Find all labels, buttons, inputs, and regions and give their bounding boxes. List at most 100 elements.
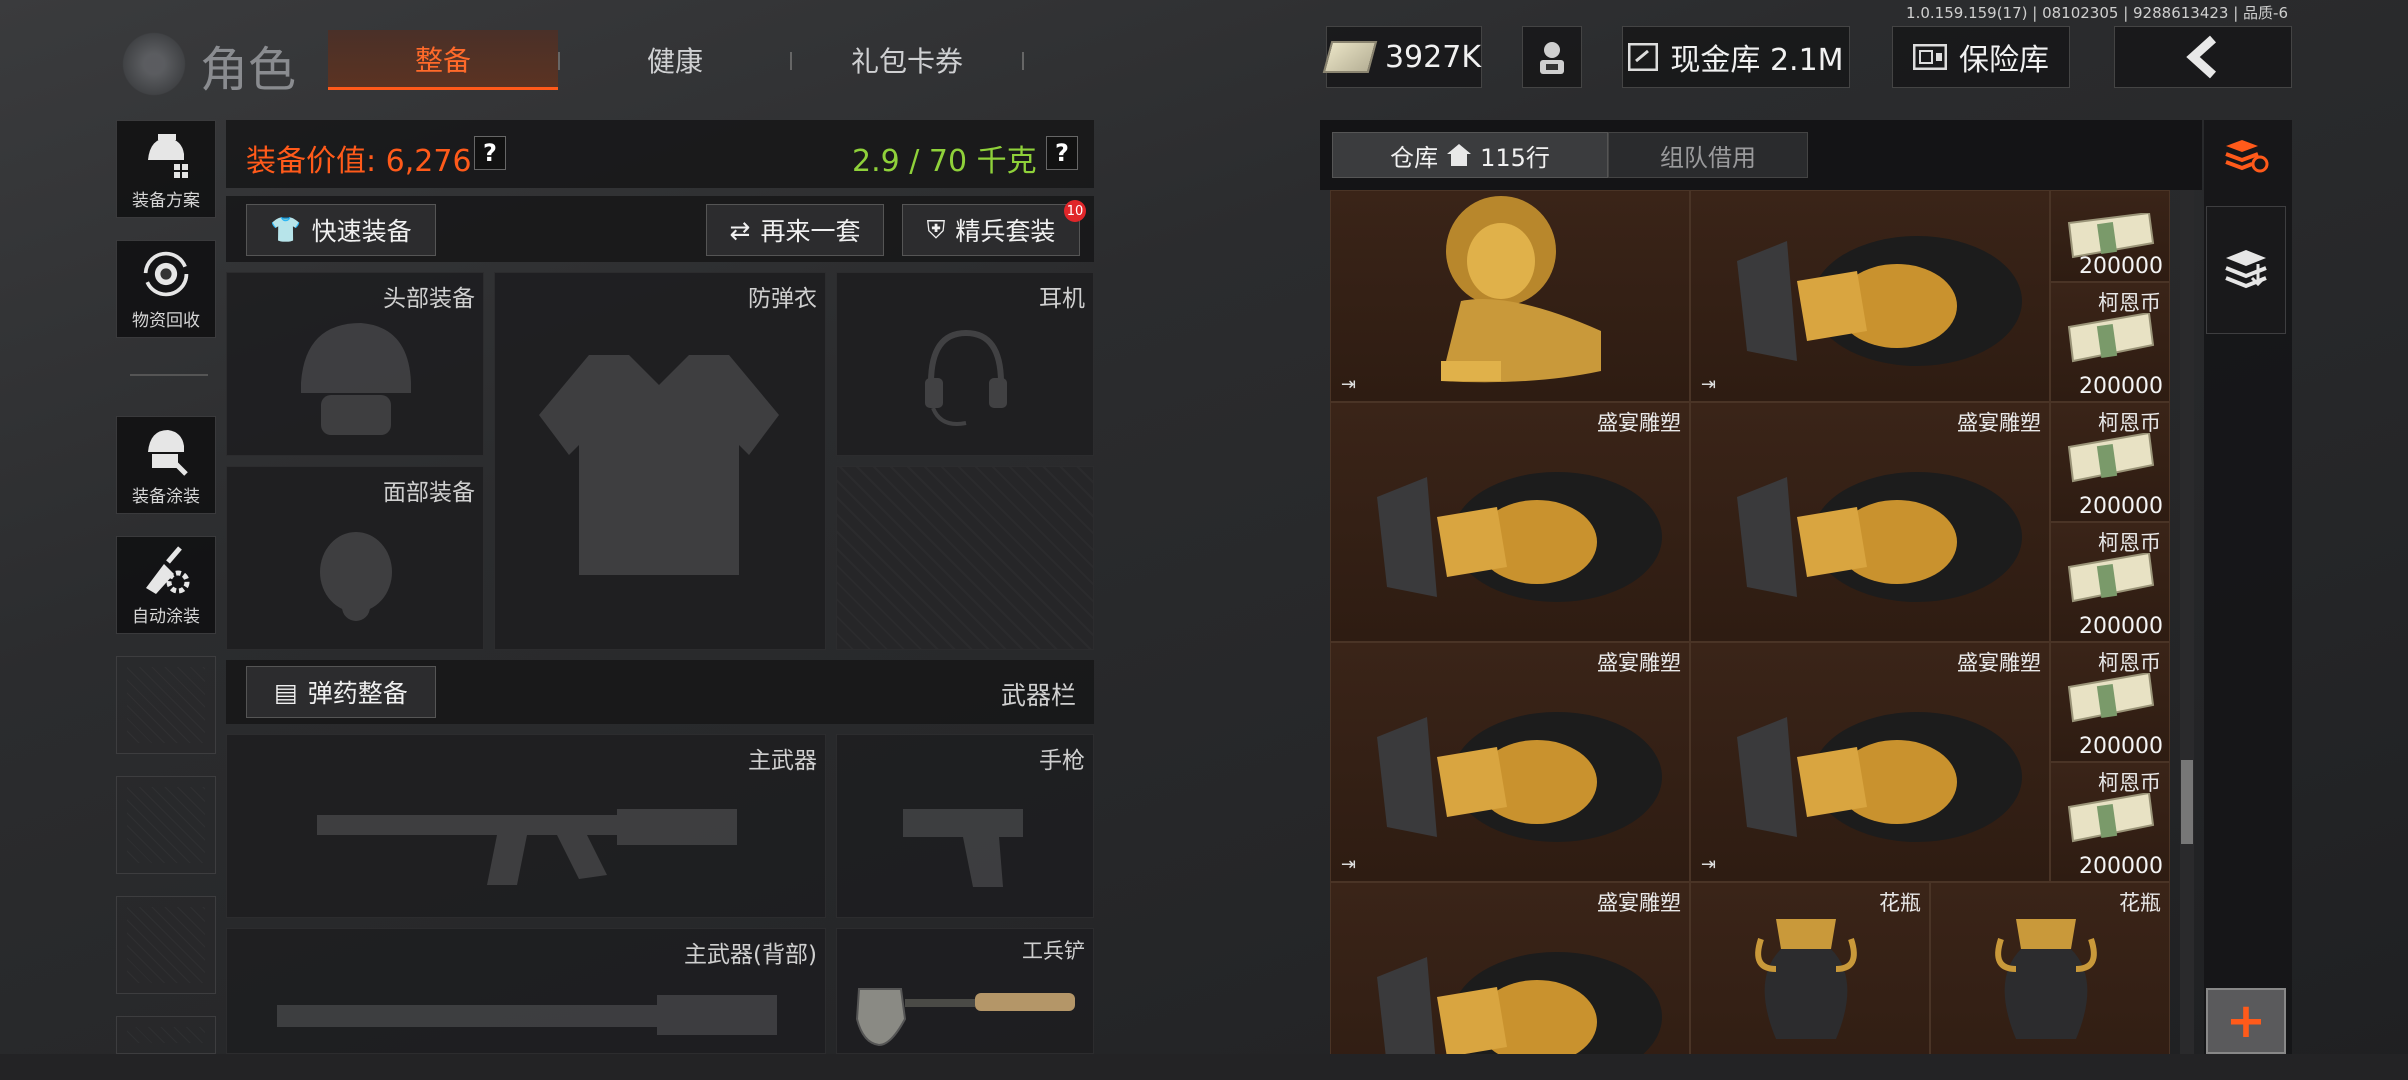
item-value: 200000	[2079, 734, 2163, 759]
ammo-prepare-button[interactable]: ▤ 弹药整备	[246, 666, 436, 718]
banquet-sculpture-icon	[1377, 712, 1662, 842]
warehouse-item[interactable]: 柯恩币 200000	[2050, 642, 2170, 762]
version-text: 1.0.159.159(17) | 08102305 | 9288613423 …	[1906, 4, 2288, 22]
tab-team-borrow[interactable]: 组队借用	[1608, 132, 1808, 178]
plus-icon: +	[2225, 993, 2267, 1049]
tab-health[interactable]: 健康	[560, 30, 790, 90]
warehouse-item[interactable]: 柯恩币 200000	[2050, 402, 2170, 522]
banquet-sculpture-icon	[1737, 712, 2022, 842]
cash-vault-label: 现金库 2.1M	[1670, 43, 1844, 78]
bottom-bar	[0, 1054, 2408, 1080]
warehouse-item[interactable]: 200000	[2050, 190, 2170, 282]
value-help-button[interactable]: ?	[474, 136, 506, 170]
currency-display[interactable]: 3927K	[1322, 26, 1482, 88]
stack-refresh-icon	[2225, 140, 2269, 173]
warehouse-item[interactable]: ⇥	[1330, 190, 1690, 402]
warehouse-item[interactable]: 柯恩币 200000	[2050, 282, 2170, 402]
warehouse-item[interactable]: 盛宴雕塑 ⇥	[1330, 642, 1690, 882]
weight-help-button[interactable]: ?	[1046, 136, 1078, 170]
currency-value: 3927K	[1384, 39, 1481, 75]
item-name: 盛宴雕塑	[1597, 891, 1681, 915]
weapon-bar-label: 武器栏	[1000, 681, 1076, 710]
golden-lion-icon	[1441, 196, 1601, 383]
quick-equip-label: 快速装备	[311, 217, 412, 246]
nav-auto-paint[interactable]: 自动涂装	[116, 536, 216, 634]
quick-equip-button[interactable]: 👕 快速装备	[246, 204, 436, 256]
nav-empty-slot	[116, 896, 216, 994]
shovel-icon	[855, 988, 1075, 1047]
warehouse-item[interactable]: 柯恩币 200000	[2050, 522, 2170, 642]
slot-primary-weapon[interactable]: 主武器	[226, 734, 826, 918]
nav-equipment-paint[interactable]: 装备涂装	[116, 416, 216, 514]
warehouse-item[interactable]: 花瓶	[1690, 882, 1930, 1054]
item-value: 200000	[2079, 854, 2163, 879]
slot-primary-back[interactable]: 主武器(背部)	[226, 928, 826, 1054]
auto-paint-icon	[140, 544, 192, 596]
cash-vault-button[interactable]: 现金库 2.1M	[1622, 26, 1850, 88]
warehouse-tabbar: 仓库 115行 组队借用	[1320, 120, 2202, 190]
pistol-icon	[903, 809, 1023, 887]
warehouse-item[interactable]: 盛宴雕塑	[1690, 402, 2050, 642]
slot-pistol[interactable]: 手枪	[836, 734, 1094, 918]
warehouse-item[interactable]: 盛宴雕塑	[1330, 402, 1690, 642]
slot-shovel[interactable]: 工兵铲	[836, 928, 1094, 1054]
add-button[interactable]: +	[2206, 988, 2286, 1054]
again-set-label: 再来一套	[760, 217, 861, 246]
nav-empty-slot	[116, 776, 216, 874]
nav-equipment-plan[interactable]: 装备方案	[116, 120, 216, 218]
item-name: 盛宴雕塑	[1597, 411, 1681, 435]
ammo-prepare-label: 弹药整备	[307, 679, 408, 708]
paint-icon	[140, 424, 192, 476]
nav-material-recycle[interactable]: 物资回收	[116, 240, 216, 338]
vase-icon	[1755, 919, 1857, 1039]
equipment-value: 装备价值: 6,276	[246, 144, 472, 179]
slot-label: 面部装备	[383, 480, 475, 506]
tab-prepare[interactable]: 整备	[328, 30, 558, 90]
warehouse-item[interactable]: 柯恩币 200000	[2050, 762, 2170, 882]
warehouse-item[interactable]: 花瓶	[1930, 882, 2170, 1054]
rifle-back-icon	[277, 995, 777, 1035]
item-value: 200000	[2079, 614, 2163, 639]
weight-value: 2.9 / 70 千克	[852, 144, 1037, 179]
cash-stack-icon	[2067, 433, 2155, 483]
nav-label: 装备涂装	[132, 487, 200, 507]
warehouse-item[interactable]: 盛宴雕塑 ⇥	[1690, 642, 2050, 882]
tab-warehouse[interactable]: 仓库 115行	[1332, 132, 1608, 178]
warehouse-grid: ⇥ ⇥ 200000 柯恩币 200000 盛宴雕塑 盛宴雕塑 柯恩币 2000…	[1330, 190, 2170, 1054]
tab-separator	[1022, 52, 1024, 70]
nav-empty-slot	[116, 1016, 216, 1054]
slot-head[interactable]: 头部装备	[226, 272, 484, 456]
warehouse-item[interactable]: 盛宴雕塑	[1330, 882, 1690, 1054]
page-title: 角色	[200, 42, 297, 98]
trader-icon	[1540, 42, 1564, 74]
cash-stack-icon	[2067, 553, 2155, 603]
banquet-sculpture-icon	[1737, 472, 2022, 602]
slot-empty	[836, 466, 1094, 650]
store-all-button[interactable]	[2206, 206, 2286, 334]
refresh-icon: ⇄	[729, 215, 751, 245]
back-button[interactable]	[2114, 26, 2292, 88]
trader-button[interactable]	[1522, 26, 1582, 88]
warehouse-scrollbar[interactable]	[2180, 190, 2194, 1054]
equip-actions-bar: 👕 快速装备 ⇄ 再来一套 ⛨ 精兵套装 10	[226, 196, 1094, 262]
item-name: 花瓶	[1879, 891, 1921, 915]
elite-set-button[interactable]: ⛨ 精兵套装	[902, 204, 1080, 256]
gas-mask-icon	[320, 532, 392, 621]
export-icon: ⇥	[1341, 854, 1357, 875]
slot-face[interactable]: 面部装备	[226, 466, 484, 650]
scrollbar-thumb[interactable]	[2181, 760, 2193, 844]
rifle-icon	[317, 809, 737, 885]
warehouse-item[interactable]: ⇥	[1690, 190, 2050, 402]
slot-headset[interactable]: 耳机	[836, 272, 1094, 456]
safe-icon	[1913, 44, 1947, 70]
shield-icon: ⛨	[926, 215, 946, 244]
elite-set-label: 精兵套装	[955, 217, 1056, 246]
item-value: 200000	[2079, 254, 2163, 279]
tab-gift-coupons[interactable]: 礼包卡券	[792, 30, 1022, 90]
item-name: 花瓶	[2119, 891, 2161, 915]
sort-button[interactable]	[2206, 124, 2286, 188]
safe-button[interactable]: 保险库	[1892, 26, 2070, 88]
again-set-button[interactable]: ⇄ 再来一套	[706, 204, 884, 256]
ammo-icon: ▤	[274, 677, 298, 707]
slot-armor[interactable]: 防弹衣	[494, 272, 826, 650]
